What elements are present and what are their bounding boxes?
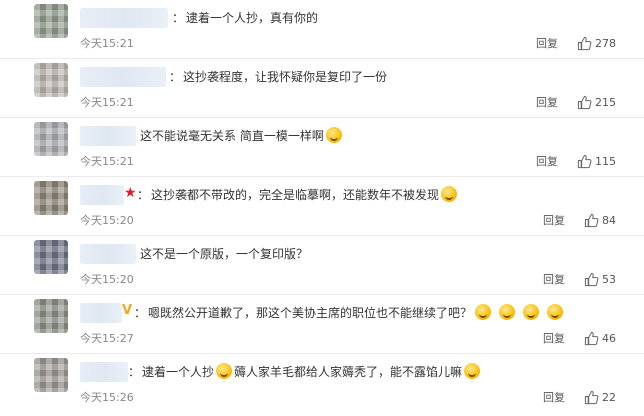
username-blurred[interactable]	[80, 126, 136, 146]
thinking-emoji-icon	[325, 127, 342, 143]
drool-emoji-icon	[441, 186, 458, 202]
avatar[interactable]	[34, 358, 68, 392]
avatar[interactable]	[34, 299, 68, 333]
reply-button[interactable]: 回复	[536, 154, 558, 170]
verified-v-icon: V	[122, 303, 133, 318]
thumbs-up-icon	[584, 331, 599, 346]
verified-star-icon: ★	[124, 185, 137, 201]
reply-button[interactable]: 回复	[543, 390, 565, 406]
comment-feed: ： 逮着一个人抄，真有你的 今天15:21 回复 278 ： 这抄袭程度，让我怀…	[0, 0, 644, 416]
comment-item: ： 逮着一个人抄，真有你的 今天15:21 回复 278	[0, 0, 644, 59]
separator-colon: ：	[128, 365, 141, 379]
comment-text: 嗯既然公开道歉了，那这个美协主席的职位也不能继续了吧？	[148, 304, 564, 322]
angry-emoji-icon	[523, 304, 540, 320]
angry-emoji-icon	[547, 304, 564, 320]
comment-time: 今天15:21	[80, 96, 134, 109]
comment-text-content: 嗯既然公开道歉了，那这个美协主席的职位也不能继续了吧？	[148, 306, 473, 320]
avatar[interactable]	[34, 181, 68, 215]
comment-text: 这不能说毫无关系 简直一模一样啊	[140, 127, 342, 145]
like-count: 115	[595, 155, 616, 168]
thumbs-up-icon	[584, 390, 599, 405]
comment-text: 逮着一个人抄 薅人家羊毛都给人家薅秃了，能不露馅儿嘛	[142, 363, 481, 381]
comment-time: 今天15:26	[80, 391, 134, 404]
like-count: 215	[595, 96, 616, 109]
like-count: 53	[602, 273, 616, 286]
comment-item: V ： 嗯既然公开道歉了，那这个美协主席的职位也不能继续了吧？ 今天15:27 …	[0, 295, 644, 354]
username-blurred[interactable]	[80, 244, 136, 264]
angry-emoji-icon	[499, 304, 516, 320]
username-blurred[interactable]	[80, 67, 166, 87]
comment-item: ： 这抄袭程度，让我怀疑你是复印了一份 今天15:21 回复 215	[0, 59, 644, 118]
thumbs-up-icon	[577, 36, 592, 51]
thumbs-up-icon	[577, 154, 592, 169]
avatar[interactable]	[34, 4, 68, 38]
like-count: 22	[602, 391, 616, 404]
grin-emoji-icon	[464, 363, 481, 379]
username-blurred[interactable]	[80, 303, 122, 323]
username-blurred[interactable]	[80, 8, 168, 28]
comment-text-part: 逮着一个人抄	[142, 365, 215, 379]
comment-item: 这不能说毫无关系 简直一模一样啊 今天15:21 回复 115	[0, 118, 644, 177]
angry-emoji-icon	[475, 304, 492, 320]
comment-text: 这不是一个原版，一个复印版？	[140, 247, 309, 261]
comment-text: 这抄袭程度，让我怀疑你是复印了一份	[183, 70, 388, 84]
separator-colon: ：	[169, 70, 182, 84]
comment-text: 这抄袭都不带改的，完全是临摹啊，还能数年不被发现	[151, 186, 458, 204]
avatar[interactable]	[34, 63, 68, 97]
reply-button[interactable]: 回复	[543, 272, 565, 288]
comment-item: 这不是一个原版，一个复印版？ 今天15:20 回复 53	[0, 236, 644, 295]
username-blurred[interactable]	[80, 362, 128, 382]
thumbs-up-icon	[584, 213, 599, 228]
avatar[interactable]	[34, 240, 68, 274]
reply-button[interactable]: 回复	[543, 331, 565, 347]
reply-button[interactable]: 回复	[536, 36, 558, 52]
thumbs-up-icon	[577, 95, 592, 110]
like-count: 278	[595, 37, 616, 50]
thumbs-up-icon	[584, 272, 599, 287]
like-count: 46	[602, 332, 616, 345]
reply-button[interactable]: 回复	[536, 95, 558, 111]
comment-time: 今天15:27	[80, 332, 134, 345]
comment-time: 今天15:21	[80, 37, 134, 50]
separator-colon: ：	[137, 188, 150, 202]
avatar[interactable]	[34, 122, 68, 156]
comment-time: 今天15:20	[80, 273, 134, 286]
comment-text-content: 这不能说毫无关系 简直一模一样啊	[140, 129, 324, 143]
comment-item: ： 逮着一个人抄 薅人家羊毛都给人家薅秃了，能不露馅儿嘛 今天15:26 回复 2…	[0, 354, 644, 416]
separator-colon: ：	[134, 306, 147, 320]
username-blurred[interactable]	[80, 185, 124, 205]
like-count: 84	[602, 214, 616, 227]
comment-text: 逮着一个人抄，真有你的	[186, 11, 319, 25]
reply-button[interactable]: 回复	[543, 213, 565, 229]
comment-item: ★ ： 这抄袭都不带改的，完全是临摹啊，还能数年不被发现 今天15:20 回复 …	[0, 177, 644, 236]
comment-text-part: 薅人家羊毛都给人家薅秃了，能不露馅儿嘛	[234, 365, 463, 379]
laugh-cry-emoji-icon	[216, 363, 233, 379]
comment-time: 今天15:21	[80, 155, 134, 168]
comment-time: 今天15:20	[80, 214, 134, 227]
comment-text-content: 这抄袭都不带改的，完全是临摹啊，还能数年不被发现	[151, 188, 440, 202]
separator-colon: ：	[172, 11, 185, 25]
